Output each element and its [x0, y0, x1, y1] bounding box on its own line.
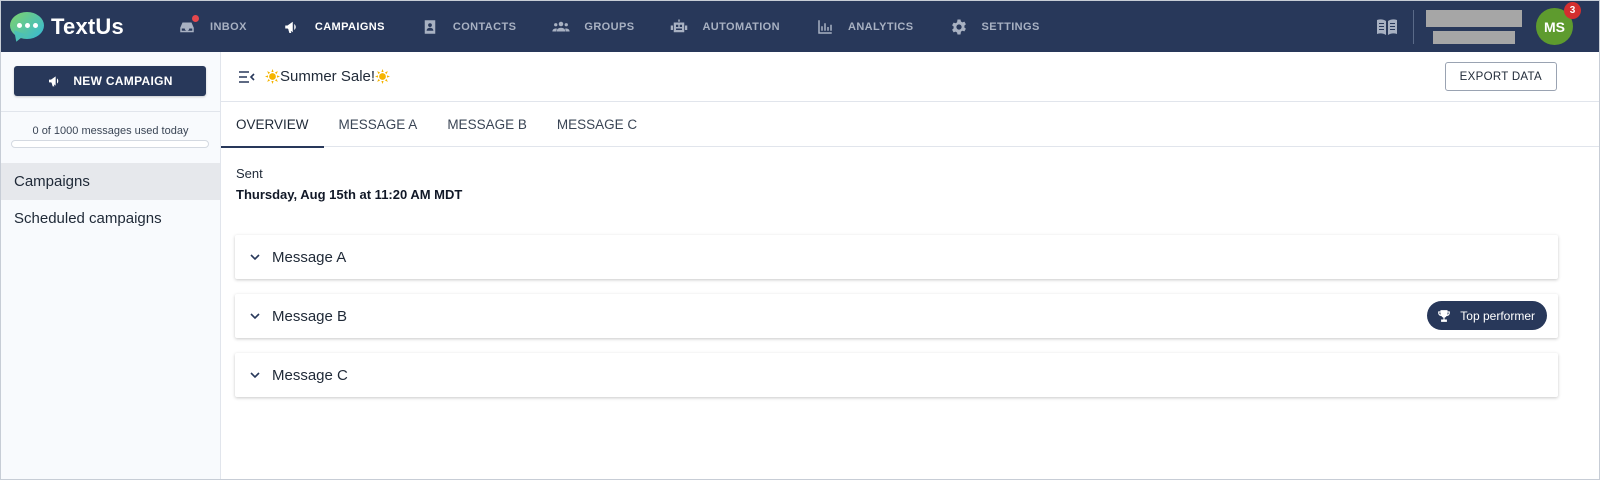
message-b-accordion[interactable]: Message B Top performer	[235, 294, 1558, 338]
nav-item-label: ANALYTICS	[847, 20, 914, 33]
campaign-title-text: Summer Sale!	[280, 68, 376, 85]
bar-chart-icon	[816, 18, 834, 36]
main-content: Summer Sale! EXPORT DATA OVERVIEW MESSAG…	[221, 52, 1599, 479]
tab-message-c[interactable]: MESSAGE C	[542, 102, 652, 147]
app-name: TextUs	[51, 13, 124, 39]
chevron-down-icon	[248, 368, 262, 382]
divider	[1, 111, 220, 112]
campaign-title: Summer Sale!	[265, 68, 391, 85]
top-performer-badge: Top performer	[1427, 301, 1547, 330]
contact-card-icon	[421, 18, 439, 36]
nav-item-automation[interactable]: AUTOMATION	[652, 1, 798, 52]
accordion-label: Message B	[272, 307, 348, 325]
open-book-icon[interactable]	[1375, 15, 1399, 39]
campaign-header: Summer Sale! EXPORT DATA	[221, 52, 1599, 102]
message-c-accordion[interactable]: Message C	[235, 353, 1558, 397]
sent-date: Thursday, Aug 15th at 11:20 AM MDT	[236, 187, 463, 202]
new-campaign-label: NEW CAMPAIGN	[73, 74, 173, 88]
top-right-controls: MS 3	[1375, 1, 1599, 52]
notification-badge: 3	[1564, 2, 1581, 19]
user-avatar[interactable]: MS 3	[1536, 2, 1581, 45]
chevron-down-icon	[248, 250, 262, 264]
chevron-down-icon	[248, 309, 262, 323]
trophy-icon	[1438, 309, 1451, 322]
nav-item-label: INBOX	[210, 20, 247, 33]
campaign-tabs: OVERVIEW MESSAGE A MESSAGE B MESSAGE C	[221, 102, 1599, 148]
divider	[1413, 9, 1414, 44]
sun-emoji-icon	[375, 69, 391, 84]
gear-icon	[950, 18, 968, 36]
chat-bubble-logo-icon	[10, 11, 46, 44]
accordion-label: Message C	[272, 366, 348, 384]
tab-message-a[interactable]: MESSAGE A	[324, 102, 433, 147]
top-performer-label: Top performer	[1460, 308, 1535, 323]
nav-item-label: SETTINGS	[981, 20, 1040, 33]
message-a-accordion[interactable]: Message A	[235, 235, 1558, 279]
sidebar-item-scheduled-campaigns[interactable]: Scheduled campaigns	[1, 200, 220, 237]
tab-message-b[interactable]: MESSAGE B	[432, 102, 542, 147]
sidebar-item-label: Campaigns	[14, 173, 90, 190]
sidebar-item-label: Scheduled campaigns	[14, 210, 162, 227]
app-window: TextUs INBOX CAMPAIGNS CONTACTS GROUPS A…	[0, 0, 1600, 480]
collapse-sidebar-icon[interactable]	[238, 70, 256, 84]
accordion-label: Message A	[272, 248, 347, 266]
main-nav: INBOX CAMPAIGNS CONTACTS GROUPS AUTOMATI…	[160, 1, 1058, 52]
sun-emoji-icon	[265, 69, 280, 84]
textus-logo[interactable]: TextUs	[10, 11, 140, 44]
nav-item-label: AUTOMATION	[702, 20, 780, 33]
redacted-account-info	[1426, 9, 1522, 44]
nav-item-inbox[interactable]: INBOX	[160, 1, 265, 52]
sent-label: Sent	[236, 166, 263, 181]
megaphone-icon	[283, 18, 301, 36]
robot-icon	[670, 18, 688, 36]
nav-item-groups[interactable]: GROUPS	[534, 1, 652, 52]
usage-text: 0 of 1000 messages used today	[32, 125, 189, 137]
nav-item-label: CONTACTS	[452, 20, 517, 33]
sidebar-item-campaigns[interactable]: Campaigns	[1, 163, 220, 200]
new-campaign-button[interactable]: NEW CAMPAIGN	[14, 66, 206, 96]
nav-item-contacts[interactable]: CONTACTS	[403, 1, 535, 52]
nav-item-settings[interactable]: SETTINGS	[932, 1, 1058, 52]
avatar-initials: MS	[1544, 18, 1565, 35]
nav-item-label: CAMPAIGNS	[314, 20, 385, 33]
nav-item-analytics[interactable]: ANALYTICS	[798, 1, 932, 52]
inbox-unread-dot	[192, 14, 199, 22]
tab-overview[interactable]: OVERVIEW	[221, 102, 324, 148]
export-data-button[interactable]: EXPORT DATA	[1444, 62, 1557, 91]
top-navigation-bar: TextUs INBOX CAMPAIGNS CONTACTS GROUPS A…	[1, 1, 1599, 52]
nav-item-campaigns[interactable]: CAMPAIGNS	[265, 1, 403, 52]
people-icon	[552, 18, 570, 36]
usage-progress-bar	[11, 140, 209, 148]
megaphone-icon	[49, 76, 59, 87]
sidebar: NEW CAMPAIGN 0 of 1000 messages used tod…	[1, 52, 221, 479]
inbox-icon	[178, 14, 199, 36]
nav-item-label: GROUPS	[584, 20, 635, 33]
